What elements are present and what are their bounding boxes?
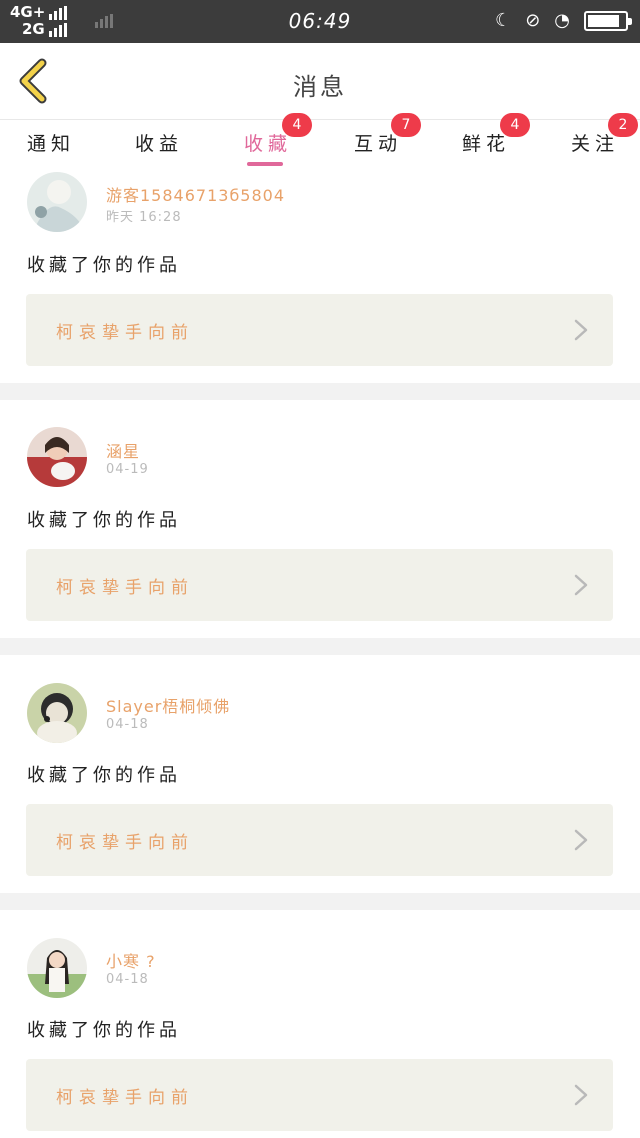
- message-card: Slayer梧桐倾佛 04-18 收藏了你的作品 柯哀挚手向前: [0, 655, 640, 893]
- battery-icon: [584, 10, 632, 31]
- username[interactable]: Slayer梧桐倾佛: [106, 693, 230, 717]
- work-title: 柯哀挚手向前: [56, 1088, 194, 1108]
- message-card: 小寒 ? 04-18 收藏了你的作品 柯哀挚手向前: [0, 910, 640, 1138]
- divider: [0, 383, 640, 400]
- work-link[interactable]: 柯哀挚手向前: [26, 1059, 613, 1131]
- avatar-image: [27, 172, 87, 232]
- moon-icon: ☾: [495, 10, 512, 31]
- work-link[interactable]: 柯哀挚手向前: [26, 804, 613, 876]
- tab-following-badge: 2: [608, 113, 638, 137]
- action-text: 收藏了你的作品: [27, 765, 181, 786]
- action-text: 收藏了你的作品: [27, 255, 181, 276]
- work-link[interactable]: 柯哀挚手向前: [26, 294, 613, 366]
- header: 消息: [0, 43, 640, 120]
- status-bar: 4G+ 2G 06:49 ☾ ⊘ ◔: [0, 0, 640, 43]
- chevron-right-icon: [574, 1084, 588, 1106]
- message-card: 涵星 04-19 收藏了你的作品 柯哀挚手向前: [0, 400, 640, 638]
- avatar[interactable]: [27, 683, 87, 743]
- tab-earnings[interactable]: 收益: [135, 129, 183, 156]
- battery-fill: [588, 14, 619, 27]
- action-text: 收藏了你的作品: [27, 1020, 181, 1041]
- chevron-right-icon: [574, 829, 588, 851]
- chevron-right-icon: [574, 319, 588, 341]
- tab-favorites-badge: 4: [282, 113, 312, 137]
- avatar-image: [27, 683, 87, 743]
- avatar-image: [27, 938, 87, 998]
- avatar[interactable]: [27, 938, 87, 998]
- work-link[interactable]: 柯哀挚手向前: [26, 549, 613, 621]
- timestamp: 04-18: [106, 972, 149, 987]
- work-title: 柯哀挚手向前: [56, 578, 194, 598]
- work-title: 柯哀挚手向前: [56, 833, 194, 853]
- tab-flowers-badge: 4: [500, 113, 530, 137]
- username[interactable]: 小寒 ?: [106, 948, 156, 972]
- tab-notifications[interactable]: 通知: [27, 129, 75, 156]
- page-title: 消息: [293, 73, 347, 101]
- timestamp: 04-19: [106, 462, 149, 477]
- avatar[interactable]: [27, 427, 87, 487]
- divider: [0, 638, 640, 655]
- chevron-right-icon: [574, 574, 588, 596]
- action-text: 收藏了你的作品: [27, 510, 181, 531]
- timestamp: 昨天 16:28: [106, 210, 182, 225]
- username[interactable]: 涵星: [106, 438, 140, 462]
- work-title: 柯哀挚手向前: [56, 323, 194, 343]
- avatar-image: [27, 427, 87, 487]
- status-icons: ☾ ⊘ ◔: [495, 10, 632, 31]
- timestamp: 04-18: [106, 717, 149, 732]
- mute-icon: ⊘: [525, 10, 541, 31]
- divider: [0, 893, 640, 910]
- wifi-icon: ◔: [554, 10, 570, 31]
- username[interactable]: 游客15846713б5804: [106, 182, 285, 206]
- tab-bar: 通知 收益 收藏 4 互动 7 鲜花 4 关注 2: [0, 113, 640, 169]
- avatar[interactable]: [27, 172, 87, 232]
- tab-interactions-badge: 7: [391, 113, 421, 137]
- active-tab-indicator: [247, 162, 283, 166]
- message-card: 游客15846713б5804 昨天 16:28 收藏了你的作品 柯哀挚手向前: [0, 169, 640, 407]
